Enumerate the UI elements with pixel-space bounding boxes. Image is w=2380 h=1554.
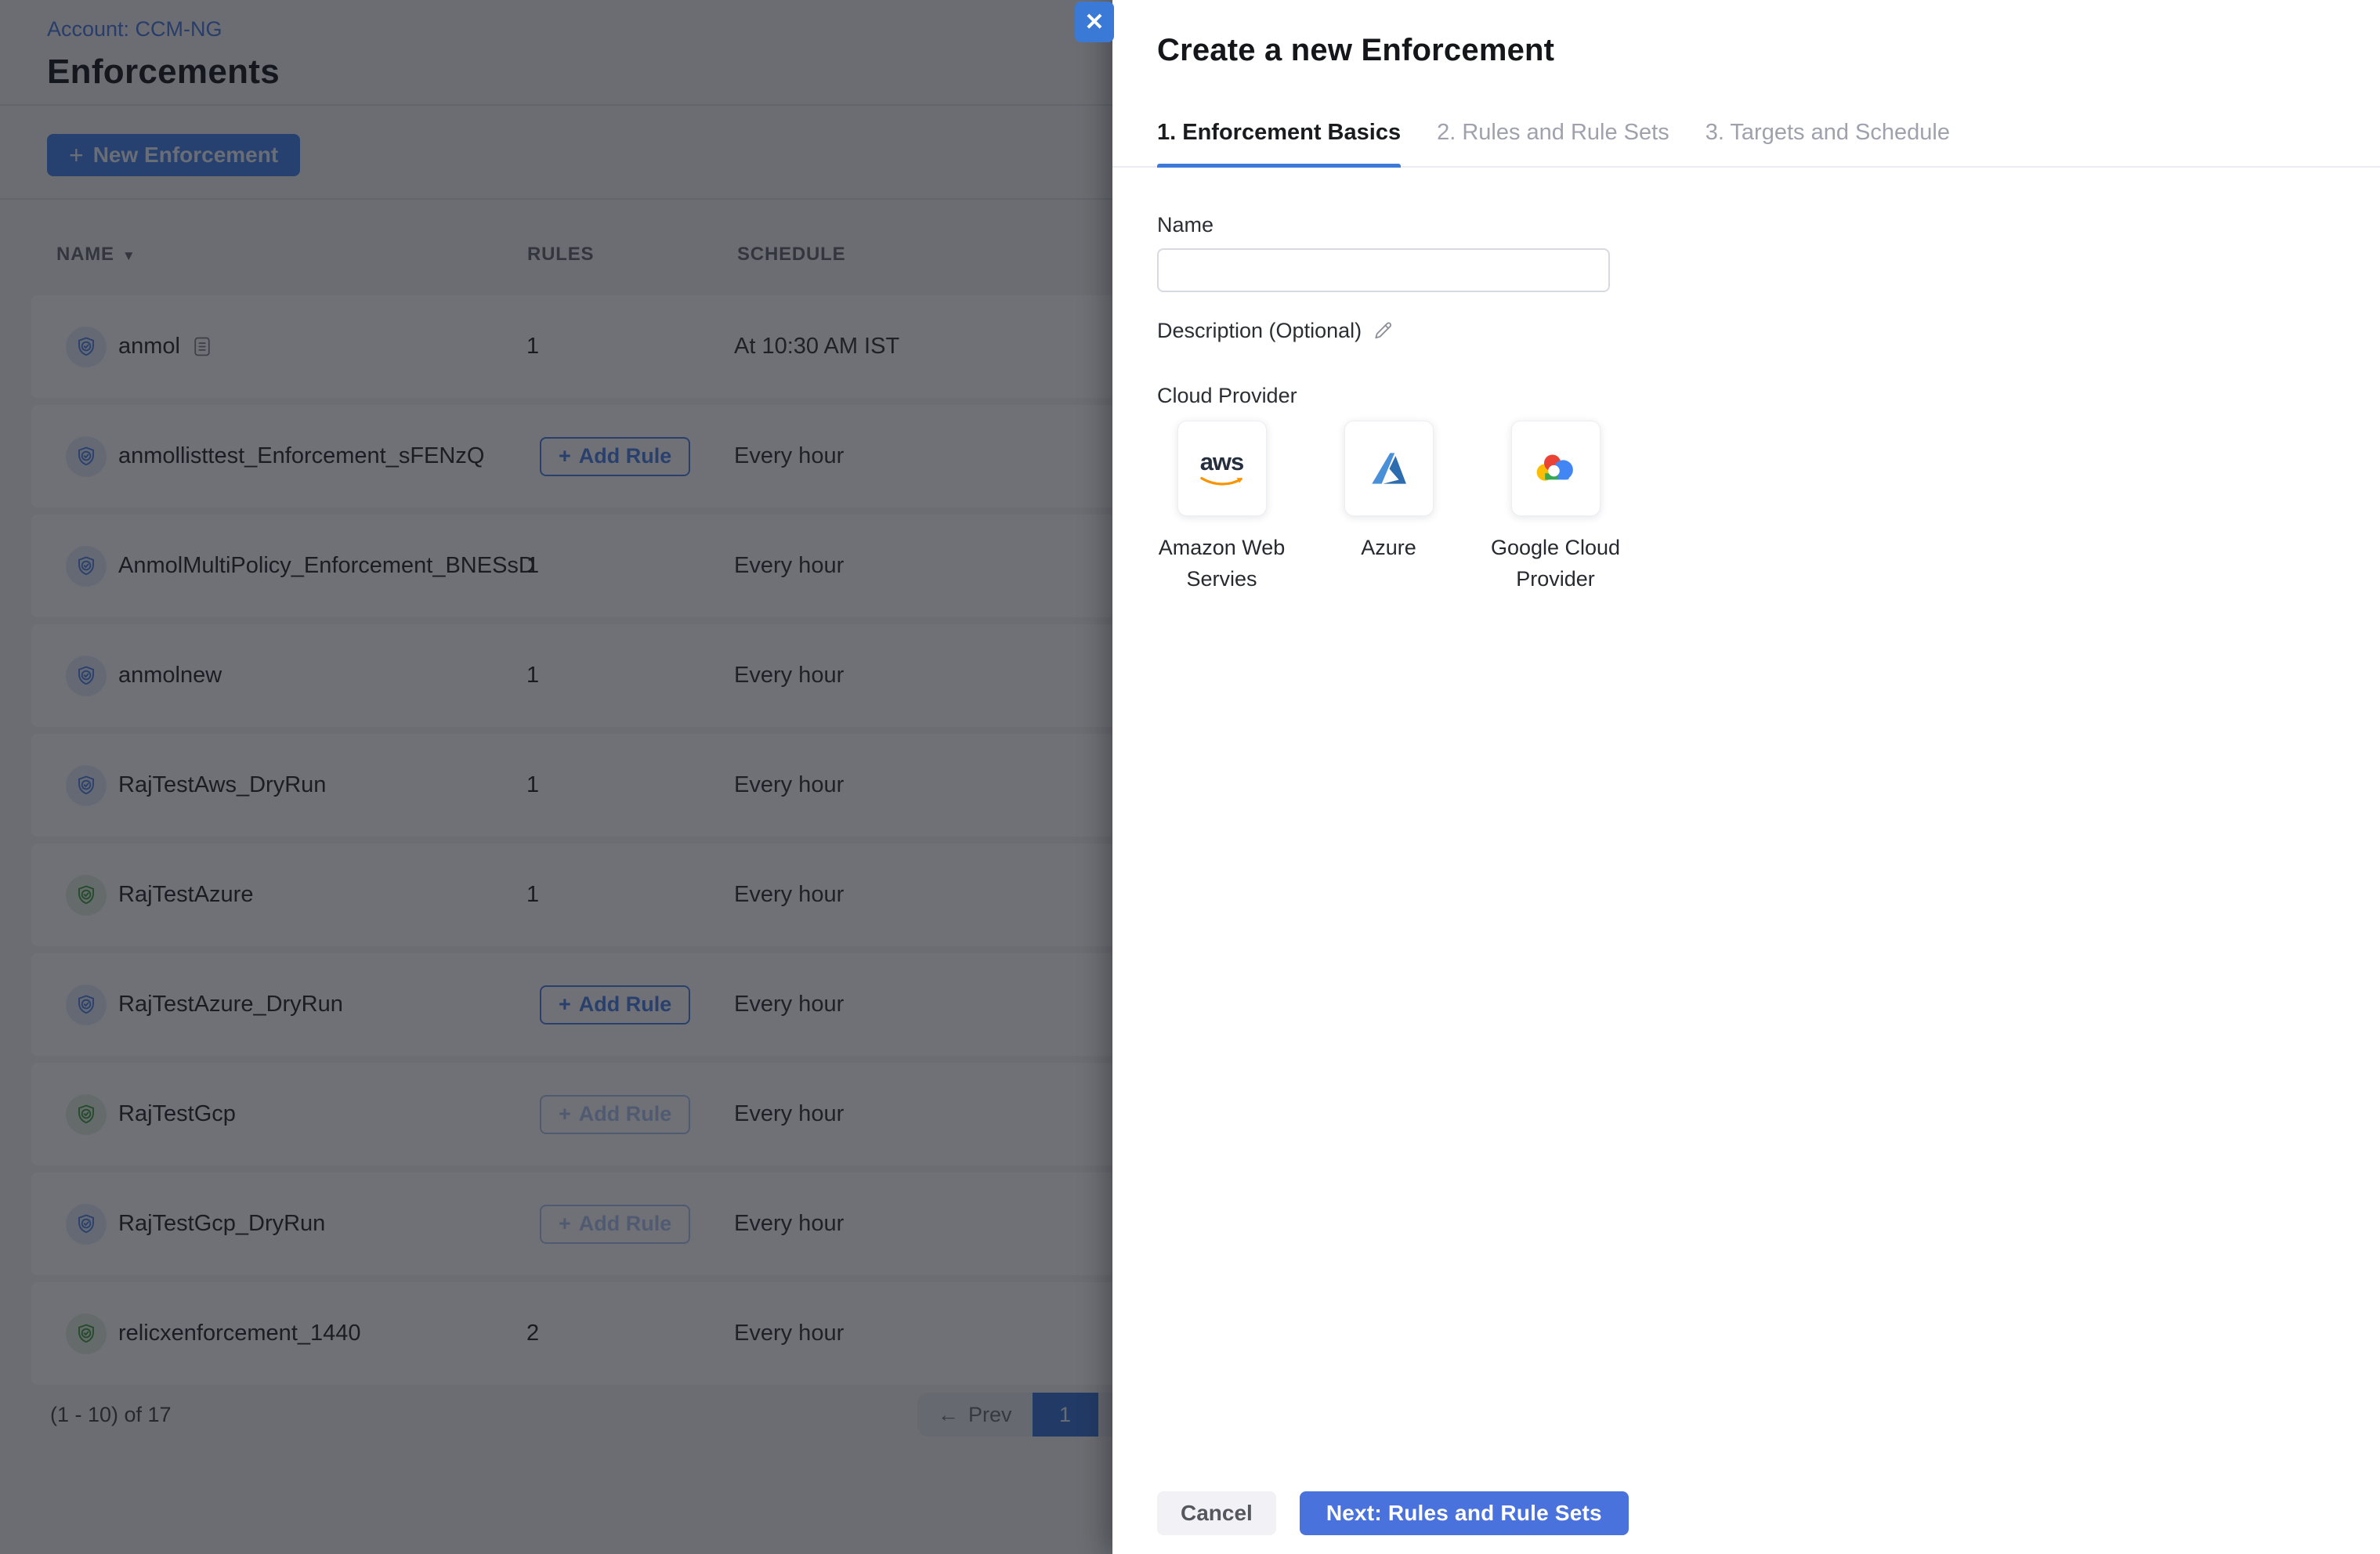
provider-option-gcp: Google Cloud Provider (1472, 421, 1639, 594)
azure-card[interactable] (1344, 421, 1434, 516)
provider-label: Amazon Web Servies (1158, 536, 1286, 591)
gcp-logo-icon (1536, 454, 1573, 481)
tab-targets-and-schedule[interactable]: 3. Targets and Schedule (1705, 120, 1950, 168)
close-drawer-button[interactable]: ✕ (1075, 2, 1114, 42)
azure-logo-icon (1371, 453, 1406, 484)
next-rules-button[interactable]: Next: Rules and Rule Sets (1299, 1491, 1629, 1535)
cloud-provider-label: Cloud Provider (1157, 384, 1297, 407)
enforcement-basics-form: Name Description (Optional) Cloud Provid… (1157, 213, 2333, 594)
tab-enforcement-basics[interactable]: 1. Enforcement Basics (1157, 120, 1402, 168)
create-enforcement-drawer: Create a new Enforcement 1. Enforcement … (1112, 0, 2380, 1554)
provider-option-aws: aws Amazon Web Servies (1138, 421, 1305, 594)
cancel-button[interactable]: Cancel (1157, 1491, 1276, 1535)
provider-option-azure: Azure (1305, 421, 1472, 594)
aws-smile-icon (1199, 476, 1242, 486)
aws-card[interactable]: aws (1177, 421, 1267, 516)
name-label: Name (1157, 213, 1214, 237)
close-icon: ✕ (1084, 9, 1105, 35)
provider-label: Google Cloud Provider (1490, 536, 1621, 591)
cloud-provider-options: aws Amazon Web Servies Azure Google Clou… (1138, 421, 2333, 594)
name-input[interactable] (1157, 248, 1610, 292)
wizard-tabs: 1. Enforcement Basics 2. Rules and Rule … (1112, 120, 2380, 168)
screen: Account: CCM-NG Enforcements + New Enfor… (0, 0, 2380, 1554)
aws-logo-icon: aws (1199, 448, 1245, 475)
gcp-card[interactable] (1510, 421, 1601, 516)
provider-label: Azure (1361, 536, 1416, 559)
drawer-title: Create a new Enforcement (1157, 33, 1555, 67)
edit-pencil-icon[interactable] (1373, 320, 1394, 342)
tab-rules-and-rule-sets[interactable]: 2. Rules and Rule Sets (1437, 120, 1669, 168)
drawer-footer: Cancel Next: Rules and Rule Sets (1157, 1491, 1629, 1535)
description-label: Description (Optional) (1157, 319, 1362, 342)
